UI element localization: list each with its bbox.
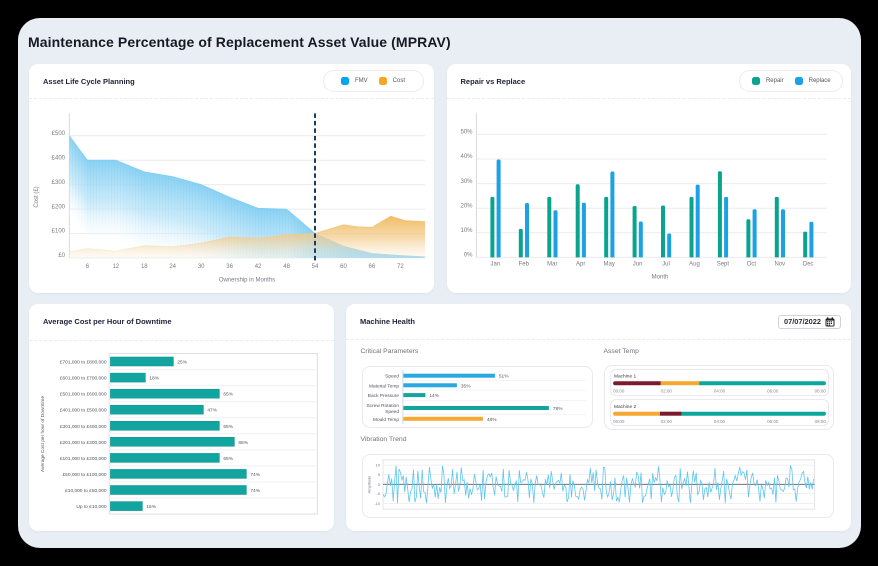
svg-text:00:00: 00:00	[613, 419, 625, 424]
svg-text:08:00: 08:00	[815, 419, 827, 424]
svg-text:40%: 40%	[460, 154, 473, 160]
svg-text:Up to £10,000: Up to £10,000	[76, 504, 106, 510]
svg-text:30: 30	[198, 264, 205, 270]
svg-text:Dec: Dec	[802, 261, 813, 267]
svg-text:06:00: 06:00	[767, 389, 779, 394]
svg-text:Mould Temp: Mould Temp	[373, 417, 399, 423]
svg-text:78%: 78%	[553, 406, 563, 412]
svg-text:Machine 2: Machine 2	[614, 404, 636, 410]
svg-text:5: 5	[378, 472, 381, 477]
svg-text:60: 60	[340, 264, 347, 270]
svg-text:35%: 35%	[461, 383, 471, 389]
svg-text:£400: £400	[52, 155, 66, 161]
svg-text:10: 10	[376, 463, 381, 468]
svg-text:Aug: Aug	[689, 261, 700, 267]
svg-text:£301,000 to £400,000: £301,000 to £400,000	[60, 424, 107, 430]
svg-text:02:00: 02:00	[661, 419, 673, 424]
svg-text:48%: 48%	[487, 417, 497, 423]
svg-text:£701,000 to £800,000: £701,000 to £800,000	[60, 360, 107, 366]
svg-text:Speed: Speed	[385, 409, 399, 415]
svg-text:Oct: Oct	[746, 261, 756, 267]
svg-text:-10: -10	[374, 501, 381, 506]
svg-text:10%: 10%	[460, 228, 473, 234]
svg-text:0%: 0%	[463, 252, 472, 258]
svg-text:04:00: 04:00	[714, 389, 726, 394]
svg-text:Machine 1: Machine 1	[614, 374, 636, 380]
svg-text:Amplitude: Amplitude	[366, 475, 371, 494]
svg-text:47%: 47%	[207, 408, 217, 414]
svg-text:6: 6	[86, 264, 90, 270]
svg-text:15%: 15%	[146, 504, 156, 510]
svg-text:65%: 65%	[223, 456, 233, 462]
svg-text:74%: 74%	[250, 488, 260, 494]
svg-text:Apr: Apr	[576, 261, 585, 267]
svg-text:0: 0	[378, 482, 381, 487]
svg-text:66: 66	[369, 264, 376, 270]
svg-text:Jul: Jul	[662, 261, 670, 267]
svg-text:Speed: Speed	[385, 374, 399, 380]
svg-text:Sept: Sept	[716, 261, 729, 267]
svg-text:18: 18	[141, 264, 148, 270]
svg-text:Month: Month	[651, 274, 668, 280]
svg-text:00:00: 00:00	[613, 389, 625, 394]
svg-text:25%: 25%	[177, 360, 187, 366]
svg-text:Material Temp: Material Temp	[369, 383, 399, 389]
svg-text:08:00: 08:00	[815, 389, 827, 394]
svg-text:Ownership in Months: Ownership in Months	[219, 277, 275, 283]
svg-text:Jun: Jun	[632, 261, 642, 267]
svg-text:54: 54	[312, 264, 319, 270]
svg-text:12: 12	[112, 264, 119, 270]
svg-text:£500: £500	[52, 131, 66, 137]
svg-text:65%: 65%	[223, 424, 233, 430]
svg-text:£501,000 to £600,000: £501,000 to £600,000	[60, 392, 107, 398]
svg-text:24: 24	[169, 264, 176, 270]
svg-text:£401,000 to £500,000: £401,000 to £500,000	[60, 408, 107, 414]
svg-text:Feb: Feb	[518, 261, 529, 267]
svg-text:04:00: 04:00	[714, 419, 726, 424]
svg-text:£10,000 to £50,000: £10,000 to £50,000	[65, 488, 107, 494]
svg-text:Screw Rotation: Screw Rotation	[366, 403, 399, 409]
svg-text:Back Pressure: Back Pressure	[368, 393, 400, 399]
svg-text:£50,000 to £100,000: £50,000 to £100,000	[62, 472, 106, 478]
svg-text:02:00: 02:00	[661, 389, 673, 394]
svg-text:Average Cost per hour of Downt: Average Cost per hour of Downtime	[40, 396, 46, 472]
svg-text:74%: 74%	[250, 472, 260, 478]
svg-text:Jan: Jan	[490, 261, 500, 267]
svg-text:72: 72	[397, 264, 404, 270]
svg-text:50%: 50%	[460, 129, 473, 135]
svg-text:May: May	[603, 261, 614, 267]
svg-text:42: 42	[255, 264, 262, 270]
svg-text:£300: £300	[52, 179, 66, 185]
svg-text:68%: 68%	[238, 440, 248, 446]
svg-text:£200: £200	[52, 204, 66, 210]
svg-text:Mar: Mar	[547, 261, 557, 267]
svg-text:30%: 30%	[460, 178, 473, 184]
svg-text:20%: 20%	[460, 203, 473, 209]
svg-text:£201,000 to £300,000: £201,000 to £300,000	[60, 440, 107, 446]
svg-text:£601,000 to £700,000: £601,000 to £700,000	[60, 376, 107, 382]
svg-text:06:00: 06:00	[767, 419, 779, 424]
svg-text:18%: 18%	[149, 376, 159, 382]
svg-text:£101,000 to £200,000: £101,000 to £200,000	[60, 456, 107, 462]
svg-text:-5: -5	[376, 491, 380, 496]
svg-text:£0: £0	[58, 253, 65, 259]
svg-text:Cost (£): Cost (£)	[34, 186, 40, 207]
svg-text:48: 48	[283, 264, 290, 270]
svg-text:£100: £100	[52, 228, 66, 234]
svg-text:Nov: Nov	[774, 261, 785, 267]
svg-text:65%: 65%	[223, 392, 233, 398]
svg-text:14%: 14%	[429, 393, 439, 399]
svg-text:51%: 51%	[499, 374, 509, 380]
svg-text:36: 36	[226, 264, 233, 270]
